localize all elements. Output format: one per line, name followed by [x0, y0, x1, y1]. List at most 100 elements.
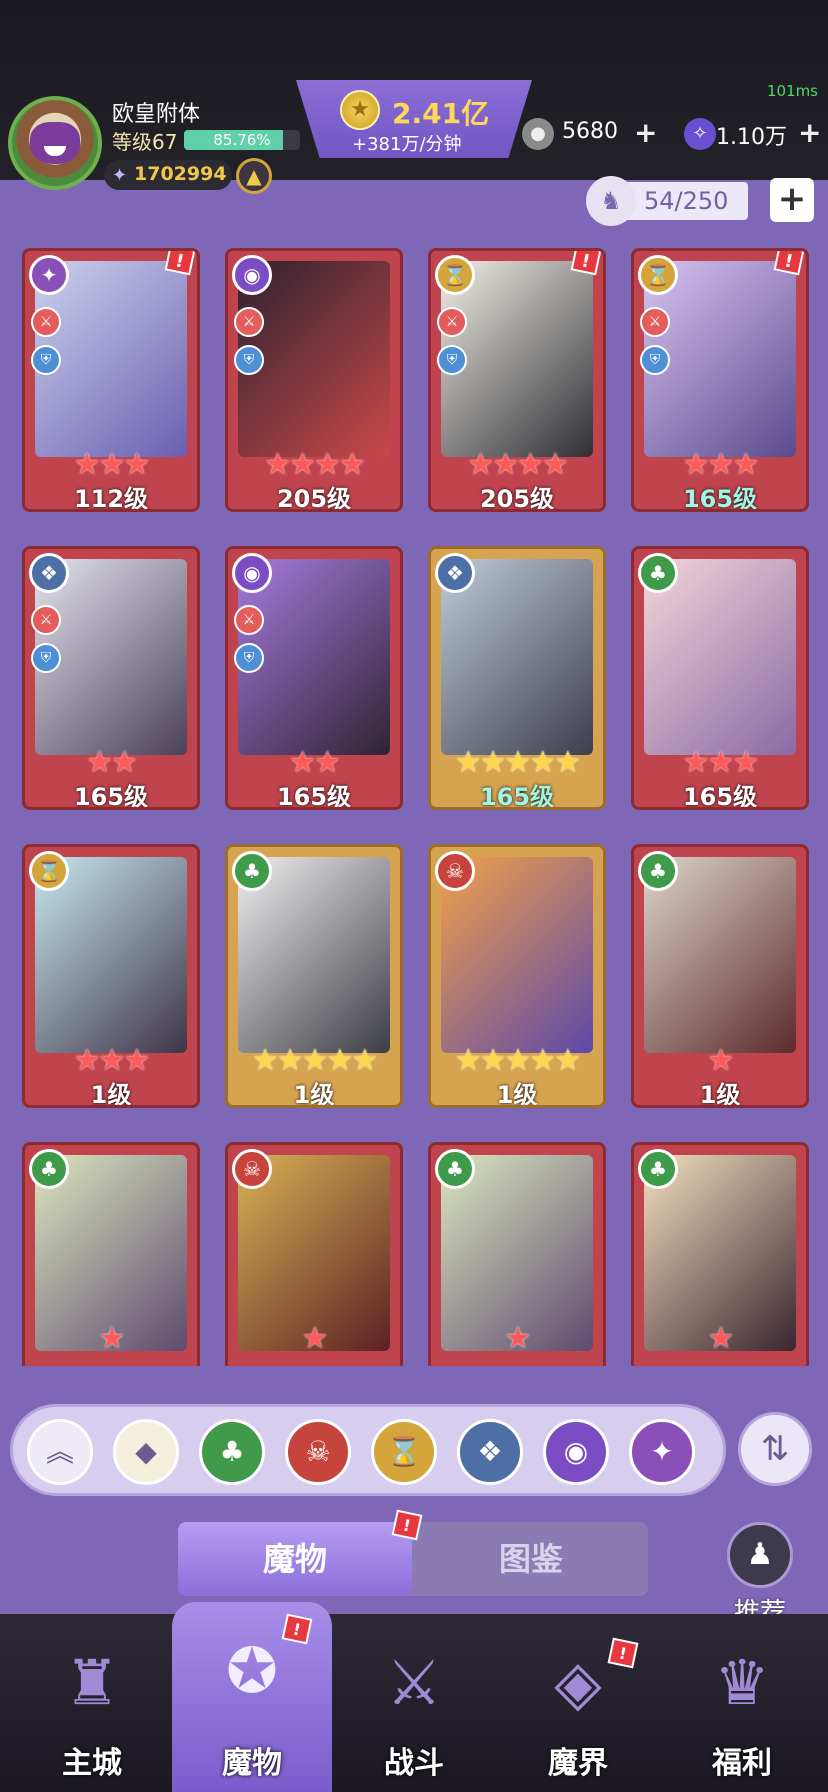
- star-rating: ★★: [289, 745, 341, 780]
- nav-label: 主城: [62, 1746, 122, 1781]
- monster-level: 1级: [90, 1081, 132, 1108]
- nav-item-monster[interactable]: ✪ 魔物!: [172, 1602, 332, 1792]
- gold-banner[interactable]: ★ 2.41亿 +381万/分钟: [296, 80, 532, 158]
- star-rating: ★: [504, 1321, 532, 1356]
- nav-item-sword[interactable]: ⚔ 战斗: [334, 1614, 494, 1792]
- xp-percent: 85.76%: [213, 131, 271, 149]
- attack-role-icon: ⚔: [31, 605, 61, 635]
- monster-card[interactable]: ⌛ ⚔ ⛨ ★★★★ 205级!: [428, 248, 606, 512]
- monster-card[interactable]: ✦ ⚔ ⛨ ★★★ 112级!: [22, 248, 200, 512]
- monster-card[interactable]: ◉ ⚔ ⛨ ★★★★ 205级: [225, 248, 403, 512]
- monster-bag-icon: ♞: [586, 176, 636, 226]
- monster-level: 165级: [682, 485, 758, 512]
- arrow-up-icon: ▲: [246, 164, 262, 188]
- star-rating: ★★★★★: [251, 1043, 378, 1078]
- upgrade-button[interactable]: ▲: [236, 158, 272, 194]
- power-display: ✦ 1702994: [104, 160, 232, 190]
- monster-card[interactable]: ⌛ ★★★ 1级: [22, 844, 200, 1108]
- castle-icon: ♜: [64, 1646, 120, 1719]
- tab-alert-badge: !: [391, 1509, 423, 1541]
- monster-card[interactable]: ☠ ★★★★★ 1级: [428, 844, 606, 1108]
- monster-card[interactable]: ❖ ★★★★★ 165级: [428, 546, 606, 810]
- sand-element-icon: ✦: [29, 255, 69, 295]
- dragon-element-icon: ❖: [29, 553, 69, 593]
- power-value: 1702994: [134, 163, 227, 185]
- player-avatar[interactable]: [8, 96, 102, 190]
- filter-eye-button[interactable]: ◉: [543, 1419, 609, 1485]
- star-rating: ★★★: [73, 447, 151, 482]
- monster-card[interactable]: ◉ ⚔ ⛨ ★★ 165级: [225, 546, 403, 810]
- monster-level: 165级: [73, 783, 149, 810]
- capacity-add-button[interactable]: +: [770, 178, 814, 222]
- filter-demon-button[interactable]: ☠: [285, 1419, 351, 1485]
- monster-card[interactable]: ♣ ★ 1级: [631, 844, 809, 1108]
- star-rating: ★: [707, 1321, 735, 1356]
- filter-sand-button[interactable]: ✦: [629, 1419, 695, 1485]
- monster-icon: ✪: [226, 1634, 278, 1707]
- silver-resource[interactable]: ● 5680 +: [522, 116, 662, 152]
- avatar-face: [30, 122, 80, 164]
- capacity-value: 54/250: [618, 182, 748, 220]
- filter-dragon-button[interactable]: ❖: [457, 1419, 523, 1485]
- monster-level: 1级: [699, 1081, 741, 1108]
- monster-card[interactable]: ♣ ★★★ 165级: [631, 546, 809, 810]
- group-icon: ♟: [727, 1522, 793, 1588]
- star-rating: ★★★: [73, 1043, 151, 1078]
- filter-collapse-button[interactable]: ︽: [27, 1419, 93, 1485]
- hourglass-element-icon: ⌛: [435, 255, 475, 295]
- tab-monsters[interactable]: 魔物: [178, 1522, 412, 1596]
- player-name: 欧皇附体: [112, 102, 201, 127]
- monster-level: 205级: [479, 485, 555, 512]
- gold-rate: +381万/分钟: [352, 134, 462, 155]
- silver-value: 5680: [562, 119, 618, 144]
- nav-item-castle[interactable]: ♜ 主城: [12, 1614, 172, 1792]
- leaf-element-icon: ♣: [232, 851, 272, 891]
- silver-coin-icon: ●: [522, 118, 554, 150]
- monster-card[interactable]: ⌛ ⚔ ⛨ ★★★ 165级!: [631, 248, 809, 512]
- gem-value: 1.10万: [716, 125, 787, 150]
- recommend-button[interactable]: ♟ 推荐: [722, 1522, 798, 1629]
- sort-button[interactable]: ⇅: [738, 1412, 812, 1486]
- star-rating: ★★: [86, 745, 138, 780]
- monster-card[interactable]: ☠ ★: [225, 1142, 403, 1366]
- sword-icon: ⚔: [386, 1646, 442, 1719]
- monster-level: 1级: [496, 1081, 538, 1108]
- nav-item-portal[interactable]: ◈ 魔界!: [498, 1614, 658, 1792]
- silver-add-button[interactable]: +: [634, 116, 657, 149]
- nav-label: 魔界: [548, 1746, 608, 1781]
- gold-coin-icon: ★: [340, 90, 380, 130]
- monster-card[interactable]: ♣ ★: [428, 1142, 606, 1366]
- filter-leaf-button[interactable]: ♣: [199, 1419, 265, 1485]
- gem-resource[interactable]: ✧ 1.10万 +: [684, 116, 824, 152]
- filter-all-button[interactable]: ◆: [113, 1419, 179, 1485]
- leaf-element-icon: ♣: [29, 1149, 69, 1189]
- monster-card[interactable]: ♣ ★★★★★ 1级: [225, 844, 403, 1108]
- gem-icon: ✧: [684, 118, 716, 150]
- leaf-element-icon: ♣: [638, 553, 678, 593]
- xp-bar: 85.76%: [184, 130, 300, 150]
- gem-add-button[interactable]: +: [798, 116, 821, 149]
- leaf-element-icon: ♣: [435, 1149, 475, 1189]
- monster-level: 165级: [479, 783, 555, 810]
- monster-level: 205级: [276, 485, 352, 512]
- star-rating: ★★★★★: [454, 745, 581, 780]
- bottom-nav: ♜ 主城 ✪ 魔物! ⚔ 战斗 ◈ 魔界! ♛ 福利: [0, 1602, 828, 1792]
- tab-codex[interactable]: 图鉴: [414, 1522, 648, 1596]
- shield-role-icon: ⛨: [234, 345, 264, 375]
- monster-level: 165级: [682, 783, 758, 810]
- nav-alert-badge: !: [607, 1637, 639, 1669]
- attack-role-icon: ⚔: [31, 307, 61, 337]
- nav-label: 战斗: [384, 1746, 444, 1781]
- nav-label: 魔物: [222, 1746, 282, 1781]
- nav-item-chest[interactable]: ♛ 福利: [662, 1614, 822, 1792]
- chest-icon: ♛: [714, 1646, 770, 1719]
- sword-icon: ✦: [112, 165, 128, 186]
- monster-card[interactable]: ♣ ★: [22, 1142, 200, 1366]
- dragon-element-icon: ❖: [435, 553, 475, 593]
- shield-role-icon: ⛨: [640, 345, 670, 375]
- demon-element-icon: ☠: [232, 1149, 272, 1189]
- shield-role-icon: ⛨: [31, 643, 61, 673]
- monster-card[interactable]: ♣ ★: [631, 1142, 809, 1366]
- monster-card[interactable]: ❖ ⚔ ⛨ ★★ 165级: [22, 546, 200, 810]
- filter-hourglass-button[interactable]: ⌛: [371, 1419, 437, 1485]
